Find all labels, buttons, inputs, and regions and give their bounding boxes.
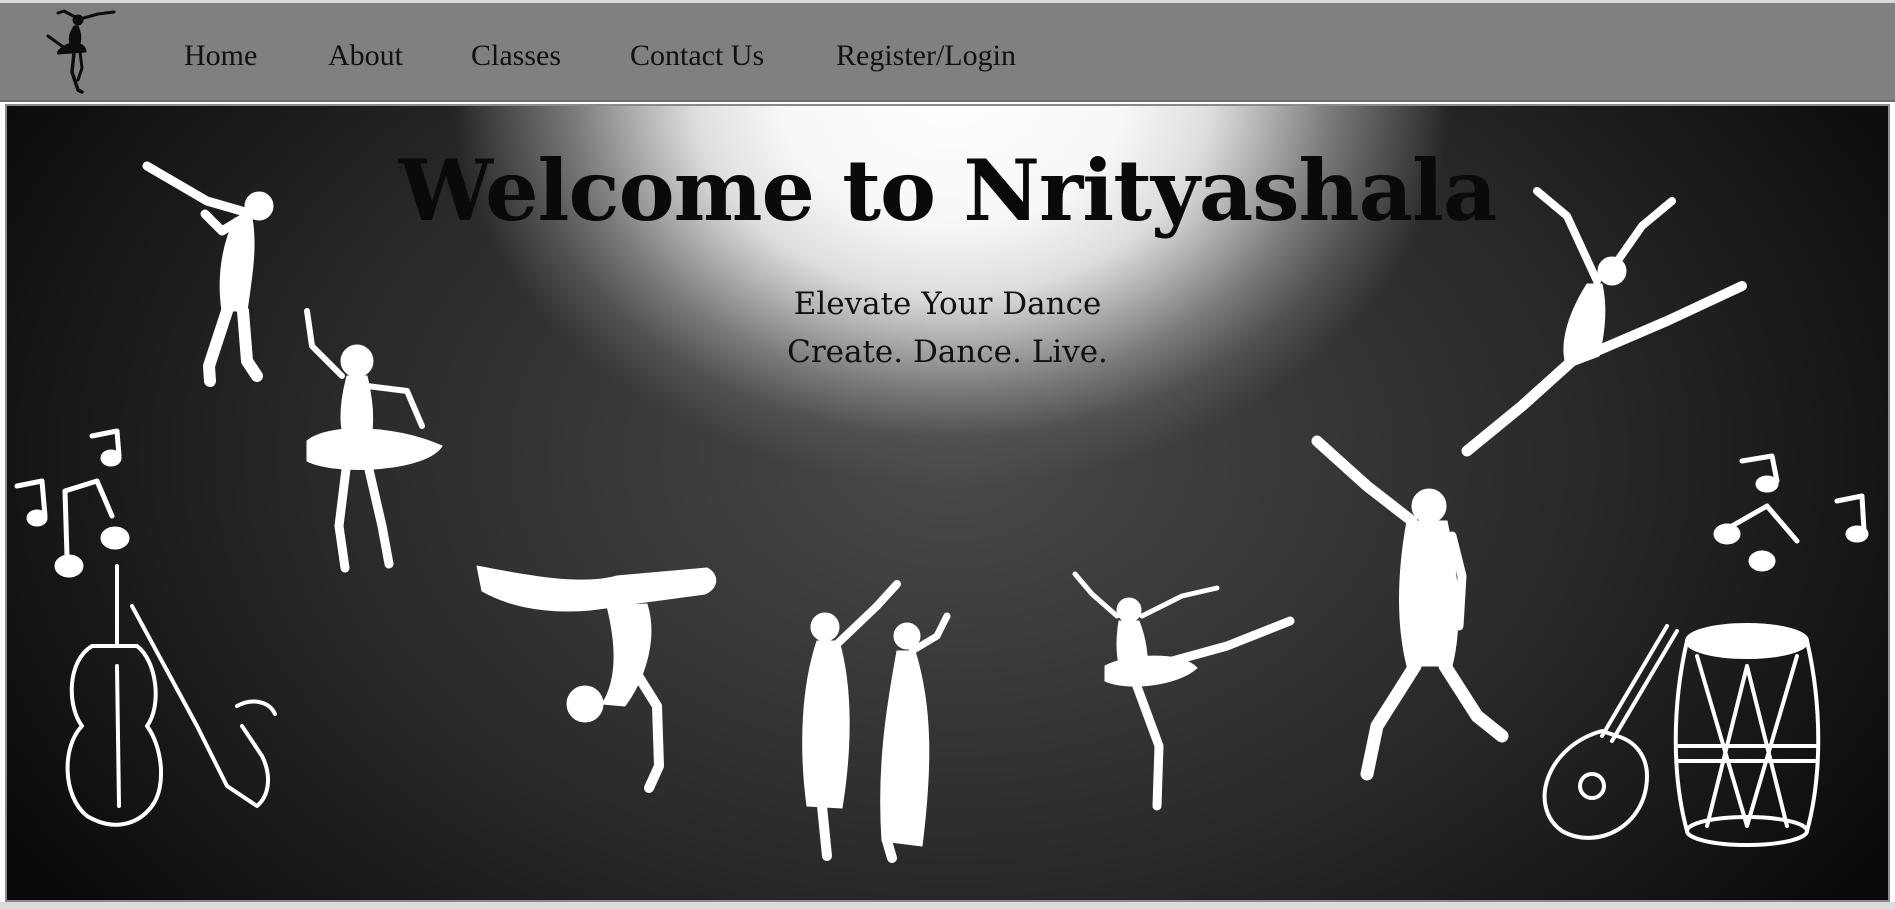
nav-about-link[interactable]: About <box>328 39 403 73</box>
nav-register-login-link[interactable]: Register/Login <box>836 39 1016 73</box>
nav-home-link[interactable]: Home <box>184 39 257 73</box>
jumping-dancer-icon <box>1311 435 1509 781</box>
navbar: Home About Classes Contact Us Register/L… <box>0 3 1895 102</box>
nav-contact-link[interactable]: Contact Us <box>630 39 764 73</box>
dhol-drum-icon <box>1673 623 1821 847</box>
violin-saxophone-icon <box>65 564 277 827</box>
breakdancer-icon <box>476 565 717 793</box>
music-notes-icon <box>14 428 130 578</box>
ballerina-logo-icon[interactable] <box>28 6 124 98</box>
couple-dancers-icon <box>802 580 951 863</box>
music-notes-icon-right <box>1713 453 1869 572</box>
arabesque-ballerina-icon <box>1072 571 1295 811</box>
hero-banner: Welcome to Nrityashala Elevate Your Danc… <box>5 104 1890 902</box>
hero-tagline-1: Elevate Your Dance <box>793 286 1102 322</box>
hero-tagline-2: Create. Dance. Live. <box>787 334 1108 370</box>
nav-classes-link[interactable]: Classes <box>471 39 561 73</box>
sitar-icon <box>1542 624 1679 840</box>
window-bottom-edge <box>0 902 1895 909</box>
hero-title: Welcome to Nrityashala <box>398 141 1498 240</box>
